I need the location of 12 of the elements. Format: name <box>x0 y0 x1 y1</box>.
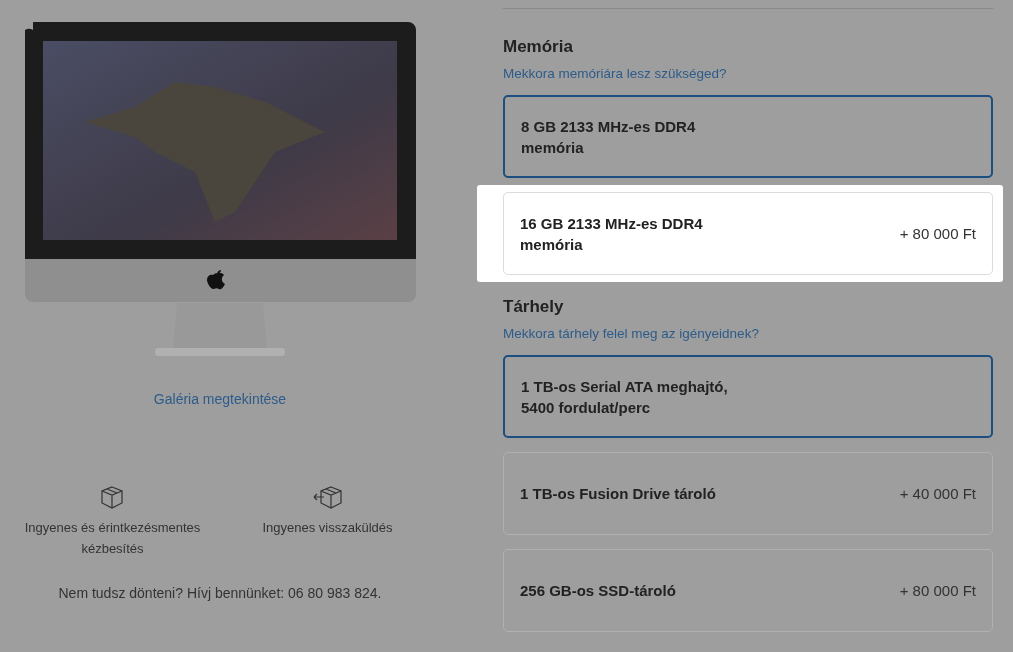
section-title: Tárhely <box>503 297 565 317</box>
perk-text: Ingyenes és érintkezésmentes kézbesítés <box>23 519 202 558</box>
option-card[interactable]: 8 GB 2133 MHz-es DDR4 memória <box>503 95 993 178</box>
option-card[interactable]: 1 TB-os Fusion Drive tároló + 40 000 Ft <box>503 452 993 535</box>
box-icon <box>99 485 126 509</box>
box-arrow-icon <box>312 485 343 509</box>
option-card[interactable]: 256 GB-os SSD-tároló + 80 000 Ft <box>503 549 993 632</box>
help-text: Nem tudsz dönteni? Hívj bennünket: 06 80 983 824. <box>58 585 382 601</box>
option-card[interactable]: 1 TB-os Serial ATA meghajtó, 5400 fordulat/perc <box>503 355 993 438</box>
perk-text: Ingyenes visszaküldés <box>262 519 393 537</box>
section-title: Memória <box>503 37 574 57</box>
option-card[interactable]: 16 GB 2133 MHz-es DDR4 memória + 80 000 Ft <box>503 192 993 275</box>
